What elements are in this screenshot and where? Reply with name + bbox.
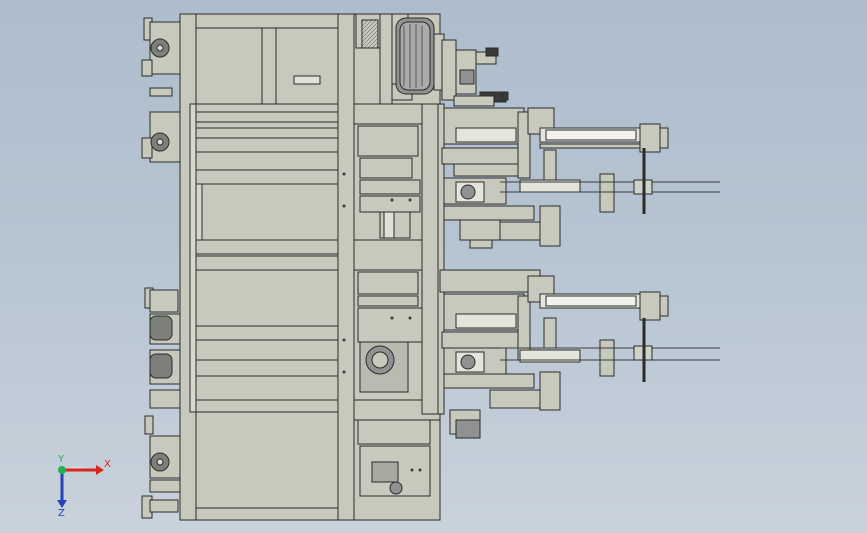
x-axis-arrow-head-icon <box>96 465 104 475</box>
coordinate-triad: X Y Z <box>57 454 111 519</box>
leveling-feet-left <box>141 17 181 519</box>
y-axis-label: Y <box>57 454 65 465</box>
upper-actuator-cluster <box>441 39 509 107</box>
upper-cylinder-unit <box>441 107 669 249</box>
z-axis-label: Z <box>58 508 65 519</box>
z-axis-arrow-head-icon <box>57 500 67 508</box>
cad-viewport[interactable]: X Y Z <box>0 0 867 533</box>
x-axis-label: X <box>104 459 111 470</box>
machine-assembly-drawing: X Y Z <box>57 13 720 521</box>
main-frame <box>179 13 355 521</box>
y-axis-dot-icon <box>58 466 66 474</box>
